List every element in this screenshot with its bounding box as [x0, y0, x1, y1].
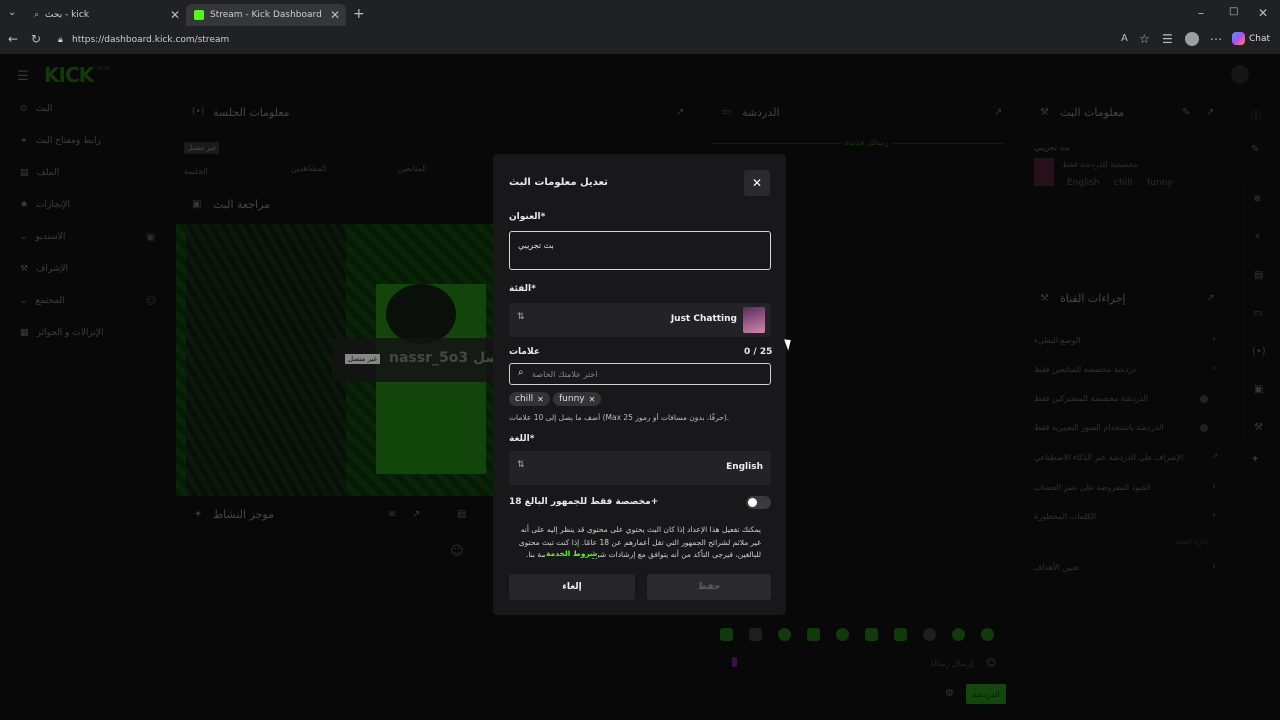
reload-icon[interactable]: ↻	[31, 33, 41, 45]
maximize-icon[interactable]: □	[1229, 7, 1238, 17]
terms-of-service-link[interactable]: شروط الخدمة	[545, 549, 599, 558]
sort-arrows-icon: ⇅	[517, 460, 525, 470]
tab-label: Stream - Kick Dashboard	[210, 10, 322, 20]
edit-stream-info-modal: تعديل معلومات البث ✕ العنوان* بث تجريبي …	[493, 154, 786, 615]
remove-tag-icon[interactable]: ✕	[537, 395, 544, 404]
title-input[interactable]: بث تجريبي	[509, 231, 771, 270]
title-input-value: بث تجريبي	[518, 241, 554, 250]
title-label: العنوان*	[509, 212, 546, 222]
category-label: الفئة*	[509, 284, 536, 294]
read-aloud-icon[interactable]: A	[1121, 34, 1128, 44]
close-icon[interactable]: ✕	[170, 8, 180, 22]
tags-counter: 0 / 25	[744, 347, 773, 357]
mature-content-label: مخصصة فقط للجمهور البالغ 18+	[509, 497, 659, 507]
search-icon: ⌕	[518, 367, 524, 378]
tags-search-input[interactable]: ⌕ اختر علامتك الخاصة	[509, 363, 771, 385]
tab-list-icon[interactable]: ⌄	[8, 8, 16, 18]
favorites-icon[interactable]: ☰	[1162, 33, 1173, 45]
close-icon[interactable]: ✕	[330, 8, 340, 22]
close-window-icon[interactable]: ✕	[1258, 7, 1268, 19]
favorite-star-icon[interactable]: ☆	[1139, 33, 1150, 45]
close-modal-button[interactable]: ✕	[744, 170, 770, 196]
search-icon: ⌕	[34, 10, 40, 20]
remove-tag-icon[interactable]: ✕	[589, 395, 596, 404]
save-button[interactable]: حفظ	[647, 574, 771, 600]
tags-search-placeholder: اختر علامتك الخاصة	[532, 370, 598, 379]
minimize-icon[interactable]: –	[1198, 7, 1204, 19]
browser-tab-dashboard[interactable]: Stream - Kick Dashboard ✕	[186, 4, 346, 26]
tags-label: علامات	[509, 347, 540, 357]
category-thumbnail-icon	[743, 307, 765, 333]
tags-hint: أضف ما يصل إلى 10 علامات (Max 25 حرفًا، …	[509, 413, 730, 422]
profile-avatar-icon[interactable]	[1185, 32, 1199, 46]
copilot-chat-button[interactable]: Chat	[1232, 32, 1270, 45]
sort-arrows-icon: ⇅	[517, 312, 525, 322]
copilot-icon	[1232, 32, 1245, 45]
kick-favicon-icon	[194, 10, 204, 20]
cancel-button[interactable]: إلغاء	[509, 574, 635, 600]
more-menu-icon[interactable]: ⋯	[1210, 33, 1222, 45]
lock-icon: 🔒︎	[58, 35, 63, 45]
mature-content-toggle[interactable]	[746, 496, 771, 509]
category-value: Just Chatting	[670, 314, 737, 324]
modal-title: تعديل معلومات البث	[509, 177, 608, 188]
toggle-knob	[748, 498, 757, 507]
tag-chip-funny[interactable]: funny ✕	[553, 392, 602, 406]
category-select[interactable]: ⇅ Just Chatting	[509, 303, 771, 337]
address-bar[interactable]: 🔒︎ https://dashboard.kick.com/stream	[52, 31, 1142, 49]
url-text: https://dashboard.kick.com/stream	[72, 35, 230, 45]
back-icon[interactable]: ←	[8, 33, 18, 45]
language-select[interactable]: ⇅ English	[509, 451, 771, 485]
new-tab-icon[interactable]: +	[353, 7, 365, 21]
language-label: اللغة*	[509, 434, 535, 444]
tab-label: بحث - kick	[45, 10, 90, 20]
tag-chip-chill[interactable]: chill ✕	[509, 392, 550, 406]
language-value: English	[726, 462, 763, 472]
browser-tab-search[interactable]: ⌕ بحث - kick ✕	[26, 4, 186, 26]
browser-chrome: ⌄ ⌕ بحث - kick ✕ Stream - Kick Dashboard…	[0, 0, 1280, 54]
